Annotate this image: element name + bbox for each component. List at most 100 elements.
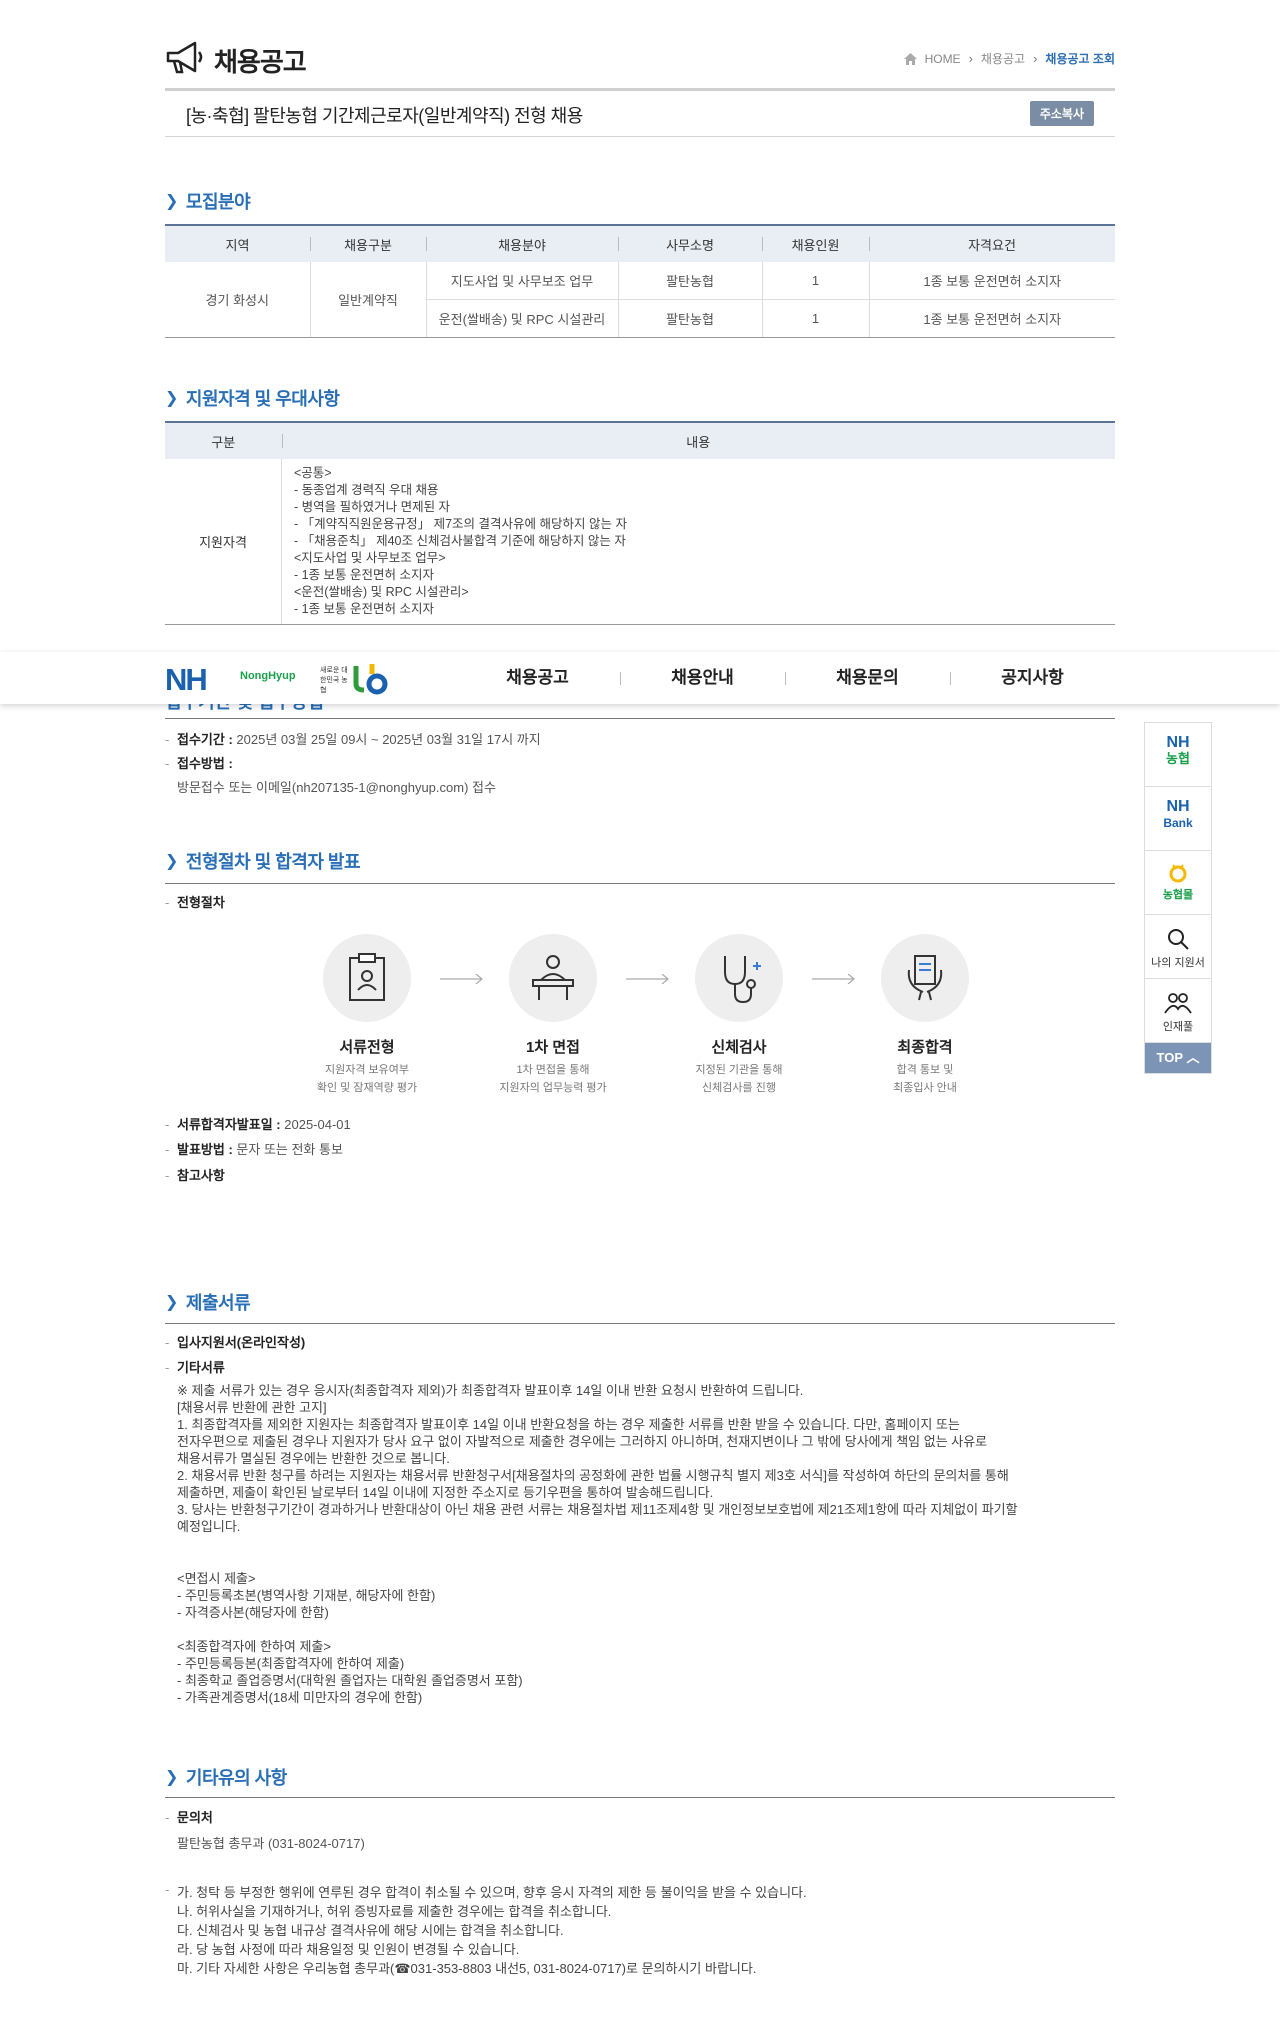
step-desc: 확인 및 잠재역량 평가 [316,1082,418,1094]
quick-nh-mall[interactable]: 농협몰 [1145,851,1211,915]
field-cell: 운전(쌀배송) 및 RPC 시설관리 [425,299,618,338]
clipboard-icon [323,934,411,1022]
count-cell: 1 [761,299,869,338]
stethoscope-icon [695,934,783,1022]
breadcrumb: HOME › 채용공고 › 채용공고 조회 [903,50,1115,67]
qualification-line: - 병역을 필하였거나 면제된 자 [294,500,451,514]
table-row: 지원자격 <공통> - 동종업계 경력직 우대 채용 - 병역을 필하였거나 면… [165,459,1115,625]
divider [165,883,1115,884]
count-cell: 1 [761,262,869,300]
section-title-recruit: ❯ 모집분야 [165,192,251,212]
doc-list: <면접시 제출> - 주민등록초본(병역사항 기재분, 해당자에 한함) - 자… [177,1571,523,1705]
quick-nh-nonghyup[interactable]: NH 농협 [1145,723,1211,787]
quick-my-application[interactable]: 나의 지원서 [1145,915,1211,979]
column-header: 채용구분 [310,224,426,262]
nh-logo[interactable]: NH [165,662,208,698]
scroll-top-button[interactable]: TOP ︿ [1145,1043,1211,1073]
column-header: 자격요건 [869,224,1115,262]
announce-method: 발표방법 : 문자 또는 전화 통보 [165,1140,343,1160]
slogan: 새로운 대한민국 농협 [320,667,348,694]
chevron-right-icon: ❯ [165,1769,178,1786]
apply-method-label: 접수방법 : [165,754,233,774]
qualification-line: - 동종업계 경력직 우대 채용 [294,483,439,497]
apply-method: 방문접수 또는 이메일(nh207135-1@nonghyup.com) 접수 [177,780,496,795]
doc-item: 입사지원서(온라인작성) [165,1333,305,1353]
sticky-navbar: NH NongHyup 새로운 대한민국 농협 채용공고 채용안내 채용문의 공… [0,652,1280,704]
doc-return-notice: ※ 제출 서류가 있는 경우 응시자(최종합격자 제외)가 최종합격자 발표이후… [177,1383,1018,1534]
qualification-label: 지원자격 [165,459,282,625]
chevron-right-icon: ❯ [165,193,178,210]
step-desc: 지원자의 업무능력 평가 [499,1082,607,1094]
note-label: 참고사항 [165,1166,225,1186]
chevron-right-icon: › [968,51,973,66]
requirement-cell: 1종 보통 운전면허 소지자 [868,262,1115,300]
recruit-table: 지역 채용구분 채용분야 사무소명 채용인원 자격요건 경기 화성시 일반계약직… [165,224,1115,338]
menu-recruit[interactable]: 채용공고 [455,652,620,704]
contact-label: 문의처 [165,1808,213,1828]
qualification-table: 구분 내용 지원자격 <공통> - 동종업계 경력직 우대 채용 - 병역을 필… [165,421,1115,625]
column-header: 구분 [165,421,282,459]
qualification-content: <공통> - 동종업계 경력직 우대 채용 - 병역을 필하였거나 면제된 자 … [281,459,1115,625]
posting-title-bar: [농·축협] 팔탄농협 기간제근로자(일반계약직) 전형 채용 주소복사 [165,92,1115,137]
breadcrumb-home[interactable]: HOME [925,52,961,66]
step-desc: 지원자격 보유여부 [324,1064,409,1076]
qualification-line: - 「계약직직원운용규정」 제7조의 결격사유에 해당하지 않는 자 [294,517,627,531]
column-header: 채용인원 [762,224,869,262]
field-cell: 지도사업 및 사무보조 업무 [425,262,618,300]
interview-icon [509,934,597,1022]
type-cell: 일반계약직 [309,262,426,338]
menu-guide[interactable]: 채용안내 [620,652,785,704]
qualification-line: <지도사업 및 사무보조 업무> [294,551,446,565]
chevron-right-icon: ❯ [165,853,178,870]
breadcrumb-recruit[interactable]: 채용공고 [981,50,1025,67]
quick-talent-pool[interactable]: 인재풀 [1145,979,1211,1043]
certificate-icon [881,934,969,1022]
menu-inquiry[interactable]: 채용문의 [785,652,950,704]
notes-list: 가. 청탁 등 부정한 행위에 연루된 경우 합격이 취소될 수 있으며, 향후… [177,1885,807,1976]
step-name: 서류전형 [339,1039,395,1056]
main-menu: 채용공고 채용안내 채용문의 공지사항 [455,652,1115,704]
qualification-line: - 1종 보통 운전면허 소지자 [294,602,435,616]
nh-logo-sub: NongHyup [240,670,296,682]
process-step: 1차 면접 1차 면접을 통해 지원자의 업무능력 평가 [458,934,648,1097]
chevron-right-icon: › [1033,51,1038,66]
process-step: 서류전형 지원자격 보유여부 확인 및 잠재역량 평가 [272,934,462,1097]
chevron-up-icon: ︿ [1186,1050,1200,1065]
breadcrumb-current: 채용공고 조회 [1045,52,1115,66]
copy-address-button[interactable]: 주소복사 [1029,101,1094,126]
section-title-etc: ❯ 기타유의 사항 [165,1768,287,1788]
step-name: 최종합격 [897,1039,953,1056]
requirement-cell: 1종 보통 운전면허 소지자 [868,299,1115,338]
qualification-line: - 「채용준칙」 제40조 신체검사불합격 기준에 해당하지 않는 자 [294,534,626,548]
section-title-process: ❯ 전형절차 및 합격자 발표 [165,852,361,872]
home-icon[interactable] [903,52,917,65]
quick-nh-bank[interactable]: NH Bank [1145,787,1211,851]
chevron-right-icon: ❯ [165,390,178,407]
step-name: 1차 면접 [526,1039,580,1056]
step-desc: 합격 통보 및 [896,1064,954,1076]
nh-nonghyup-icon: NH 농협 [1166,734,1190,767]
column-header: 사무소명 [618,224,762,262]
section-title-documents: ❯ 제출서류 [165,1293,251,1313]
process-label: 전형절차 [165,893,225,913]
process-step: 최종합격 합격 통보 및 최종입사 안내 [830,934,1020,1097]
search-icon: 나의 지원서 [1145,915,1211,970]
process-step: 신체검사 지정된 기관을 통해 신체검사를 진행 [644,934,834,1097]
column-header: 내용 [281,421,1115,459]
section-title-qualification: ❯ 지원자격 및 우대사항 [165,389,340,409]
step-name: 신체검사 [711,1039,767,1056]
chevron-right-icon: ❯ [165,1294,178,1311]
doc-item: 기타서류 [165,1358,225,1378]
step-desc: 신체검사를 진행 [702,1082,776,1094]
nonghyup-symbol-icon [353,664,388,695]
menu-notice[interactable]: 공지사항 [950,652,1115,704]
step-desc: 지정된 기관을 통해 [695,1064,783,1076]
column-header: 지역 [165,224,310,262]
apply-period: 접수기간 : 2025년 03월 25일 09시 ~ 2025년 03월 31일… [165,730,541,750]
divider [165,1797,1115,1798]
divider [165,1323,1115,1324]
nh-bank-icon: NH Bank [1163,798,1193,831]
table-row: 경기 화성시 일반계약직 지도사업 및 사무보조 업무 팔탄농협 1 1종 보통… [165,262,1115,338]
people-icon: 인재풀 [1145,979,1211,1034]
region-cell: 경기 화성시 [165,262,310,338]
